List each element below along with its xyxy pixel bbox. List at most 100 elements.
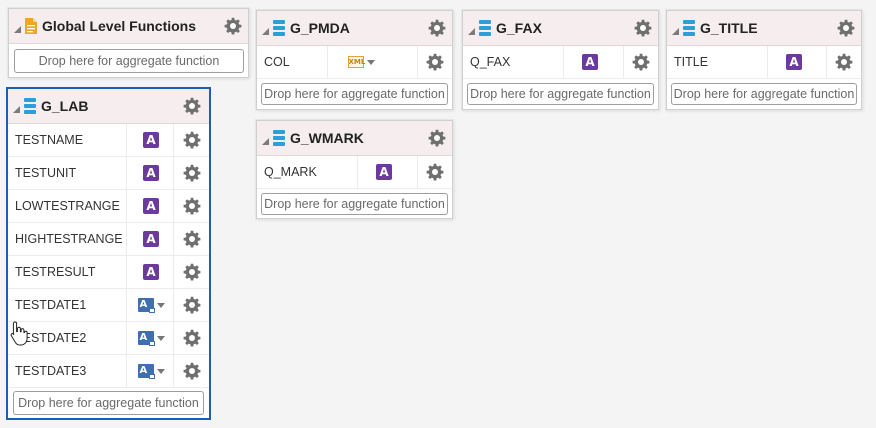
data-type-cell[interactable]: A [126, 223, 175, 255]
text-type-icon[interactable]: A [143, 264, 159, 280]
database-icon [479, 20, 491, 36]
gear-icon[interactable] [183, 197, 201, 215]
gear-icon[interactable] [428, 19, 446, 37]
collapse-triangle-icon[interactable] [262, 27, 269, 35]
database-icon [24, 98, 36, 114]
gear-icon[interactable] [426, 163, 444, 181]
g-title-settings[interactable] [837, 19, 855, 37]
chevron-down-icon[interactable] [156, 302, 165, 308]
gear-icon[interactable] [183, 263, 201, 281]
row-settings-cell[interactable] [623, 46, 658, 78]
data-type-cell[interactable]: A [767, 46, 820, 78]
table-row[interactable]: TITLE A [667, 46, 861, 79]
table-row[interactable]: COL XML [257, 46, 452, 79]
g-pmda-settings[interactable] [428, 19, 446, 37]
document-icon [25, 18, 37, 34]
text-type-icon[interactable]: A [143, 132, 159, 148]
row-settings-cell[interactable] [173, 223, 209, 255]
database-icon [273, 130, 285, 146]
row-settings-cell[interactable] [826, 46, 861, 78]
table-row[interactable]: TESTDATE2 A [8, 322, 209, 355]
collapse-triangle-icon[interactable] [262, 137, 269, 145]
g-wmark-aggregate-dropzone[interactable]: Drop here for aggregate function [261, 193, 448, 215]
table-row[interactable]: LOWTESTRANGE A [8, 190, 209, 223]
global-panel-title: Global Level Functions [42, 18, 197, 34]
g-wmark-settings[interactable] [428, 129, 446, 147]
gear-icon[interactable] [183, 329, 201, 347]
data-type-cell[interactable]: A [563, 46, 616, 78]
g-pmda-title: G_PMDA [290, 20, 350, 36]
date-type-icon[interactable]: A [137, 298, 155, 313]
table-row[interactable]: TESTDATE3 A [8, 355, 209, 388]
row-settings-cell[interactable] [417, 156, 452, 188]
date-type-icon[interactable]: A [137, 364, 155, 379]
gear-icon[interactable] [183, 131, 201, 149]
data-type-cell[interactable]: A [126, 190, 175, 222]
g-lab-aggregate-dropzone[interactable]: Drop here for aggregate function [13, 391, 204, 415]
text-type-icon[interactable]: A [786, 54, 802, 70]
data-type-cell[interactable]: XML [327, 46, 394, 78]
table-row[interactable]: TESTDATE1 A [8, 289, 209, 322]
row-settings-cell[interactable] [173, 190, 209, 222]
collapse-triangle-icon[interactable] [13, 105, 20, 113]
global-panel-settings[interactable] [224, 17, 242, 35]
data-type-cell[interactable]: A [126, 355, 175, 387]
row-settings-cell[interactable] [173, 355, 209, 387]
gear-icon[interactable] [428, 129, 446, 147]
row-settings-cell[interactable] [173, 322, 209, 354]
row-settings-cell[interactable] [173, 157, 209, 189]
table-row[interactable]: Q_MARK A [257, 156, 452, 189]
gear-icon[interactable] [183, 230, 201, 248]
table-row[interactable]: TESTRESULT A [8, 256, 209, 289]
gear-icon[interactable] [634, 19, 652, 37]
g-fax-settings[interactable] [634, 19, 652, 37]
table-row[interactable]: HIGHTESTRANGE A [8, 223, 209, 256]
g-title-aggregate-dropzone[interactable]: Drop here for aggregate function [671, 83, 857, 105]
collapse-triangle-icon[interactable] [14, 25, 21, 33]
collapse-triangle-icon[interactable] [468, 27, 475, 35]
g-pmda-aggregate-dropzone[interactable]: Drop here for aggregate function [261, 83, 448, 105]
g-pmda-header: G_PMDA [257, 11, 452, 46]
data-type-cell[interactable]: A [126, 289, 175, 321]
gear-icon[interactable] [837, 19, 855, 37]
date-type-icon[interactable]: A [137, 331, 155, 346]
global-level-functions-panel: Global Level Functions Drop here for agg… [8, 8, 249, 78]
data-type-cell[interactable]: A [126, 256, 175, 288]
text-type-icon[interactable]: A [143, 198, 159, 214]
xml-type-icon[interactable]: XML [347, 56, 365, 68]
gear-icon[interactable] [183, 97, 201, 115]
column-name: TESTUNIT [15, 166, 77, 180]
row-settings-cell[interactable] [173, 256, 209, 288]
table-row[interactable]: Q_FAX A [463, 46, 658, 79]
gear-icon[interactable] [183, 296, 201, 314]
table-row[interactable]: TESTNAME A [8, 124, 209, 157]
gear-icon[interactable] [632, 53, 650, 71]
collapse-triangle-icon[interactable] [672, 27, 679, 35]
row-settings-cell[interactable] [173, 289, 209, 321]
data-type-cell[interactable]: A [357, 156, 410, 188]
gear-icon[interactable] [426, 53, 444, 71]
text-type-icon[interactable]: A [143, 165, 159, 181]
table-row[interactable]: TESTUNIT A [8, 157, 209, 190]
g-lab-settings[interactable] [183, 97, 201, 115]
data-type-cell[interactable]: A [126, 157, 175, 189]
global-panel-header: Global Level Functions [9, 9, 248, 44]
row-settings-cell[interactable] [173, 124, 209, 156]
chevron-down-icon[interactable] [156, 368, 165, 374]
g-fax-header: G_FAX [463, 11, 658, 46]
g-title-title: G_TITLE [700, 20, 758, 36]
chevron-down-icon[interactable] [156, 335, 165, 341]
gear-icon[interactable] [224, 17, 242, 35]
text-type-icon[interactable]: A [376, 164, 392, 180]
data-type-cell[interactable]: A [126, 124, 175, 156]
global-aggregate-dropzone[interactable]: Drop here for aggregate function [14, 49, 244, 73]
text-type-icon[interactable]: A [582, 54, 598, 70]
text-type-icon[interactable]: A [143, 231, 159, 247]
gear-icon[interactable] [835, 53, 853, 71]
g-fax-aggregate-dropzone[interactable]: Drop here for aggregate function [467, 83, 654, 105]
chevron-down-icon[interactable] [366, 59, 375, 65]
gear-icon[interactable] [183, 164, 201, 182]
data-type-cell[interactable]: A [126, 322, 175, 354]
row-settings-cell[interactable] [417, 46, 452, 78]
gear-icon[interactable] [183, 362, 201, 380]
